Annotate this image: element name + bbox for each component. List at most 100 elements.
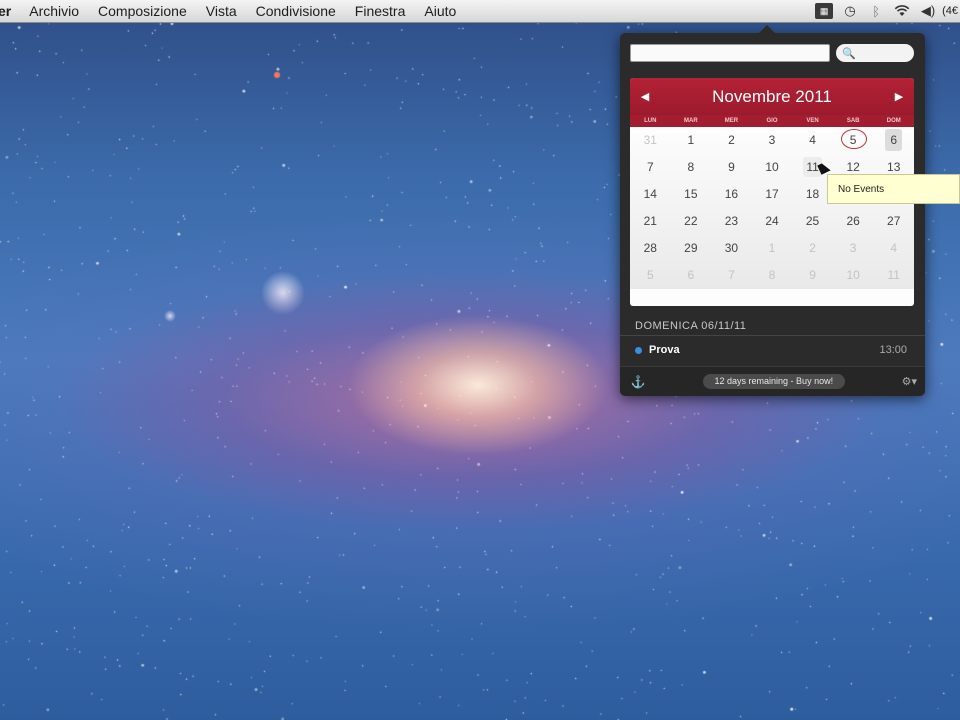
day-cell-today[interactable]: 5 xyxy=(833,127,874,154)
day-number: 1 xyxy=(687,133,695,147)
menu-condivisione[interactable]: Condivisione xyxy=(256,3,336,19)
day-cell[interactable]: 1 xyxy=(671,127,712,154)
day-number: 21 xyxy=(643,214,657,228)
weekday-label: MER xyxy=(724,118,739,124)
menu-aiuto[interactable]: Aiuto xyxy=(424,3,456,19)
day-cell[interactable]: 3 xyxy=(752,127,793,154)
buy-now-button[interactable]: 12 days remaining - Buy now! xyxy=(702,374,846,389)
day-cell[interactable]: 26 xyxy=(833,208,874,235)
menu-composizione[interactable]: Composizione xyxy=(98,3,187,19)
day-cell-selected[interactable]: 6 xyxy=(873,127,914,154)
day-number: 4 xyxy=(809,133,816,147)
day-number: 15 xyxy=(684,187,698,201)
day-number: 29 xyxy=(684,241,698,255)
calendar-icon: ▦ xyxy=(815,3,834,19)
day-cell[interactable]: 14 xyxy=(630,181,671,208)
popover-footer: ⚓ 12 days remaining - Buy now! ⚙▾ xyxy=(620,366,925,396)
day-number: 28 xyxy=(643,241,657,255)
day-number: 23 xyxy=(724,214,739,228)
day-number: 3 xyxy=(768,133,776,147)
menu-finestra[interactable]: Finestra xyxy=(355,3,406,19)
day-cell[interactable]: 10 xyxy=(833,262,874,289)
month-title: Novembre 2011 xyxy=(712,86,832,106)
day-cell[interactable]: 3 xyxy=(833,235,874,262)
weekday-label: GIO xyxy=(766,118,778,124)
day-cell[interactable]: 8 xyxy=(671,154,712,181)
day-cell[interactable]: 10 xyxy=(752,154,793,181)
day-number: 17 xyxy=(765,187,779,201)
day-cell[interactable]: 8 xyxy=(752,262,793,289)
day-number: 10 xyxy=(765,160,779,174)
day-number: 25 xyxy=(805,214,820,228)
new-event-input[interactable] xyxy=(630,44,830,62)
day-cell[interactable]: 11 xyxy=(873,262,914,289)
day-number: 27 xyxy=(887,214,901,228)
wifi-icon[interactable] xyxy=(892,0,912,22)
day-number: 12 xyxy=(846,160,860,174)
day-number: 13 xyxy=(887,160,901,174)
day-cell[interactable]: 28 xyxy=(630,235,671,262)
day-cell[interactable]: 16 xyxy=(711,181,752,208)
calendar-popover: 🔍 ◀ Novembre 2011 ▶ LUN MAR MER GIO VEN SAB DO… xyxy=(620,25,925,396)
day-cell[interactable]: 22 xyxy=(671,208,712,235)
day-cell[interactable]: 2 xyxy=(792,235,833,262)
battery-status[interactable]: (4€ xyxy=(942,0,960,22)
anchor-icon[interactable]: ⚓ xyxy=(630,375,646,389)
day-number: 8 xyxy=(687,160,695,174)
event-row[interactable]: Prova 13:00 xyxy=(635,343,907,357)
bluetooth-icon[interactable]: ᛒ xyxy=(866,0,886,22)
time-machine-icon[interactable]: ◷ xyxy=(840,0,860,22)
day-number: 1 xyxy=(768,241,776,255)
day-number: 31 xyxy=(643,133,657,147)
volume-icon[interactable]: ◀) xyxy=(918,0,938,22)
event-time: 13:00 xyxy=(879,344,907,356)
day-cell[interactable]: 31 xyxy=(630,127,671,154)
day-cell[interactable]: 7 xyxy=(630,154,671,181)
day-cell[interactable]: 7 xyxy=(711,262,752,289)
day-cell[interactable]: 30 xyxy=(711,235,752,262)
day-cell[interactable]: 6 xyxy=(671,262,712,289)
day-cell[interactable]: 9 xyxy=(792,262,833,289)
day-cell[interactable]: 4 xyxy=(873,235,914,262)
selected-date-label: DOMENICA 06/11/11 xyxy=(635,320,747,332)
day-cell[interactable]: 29 xyxy=(671,235,712,262)
weekday-label: MAR xyxy=(684,118,698,124)
day-number: 9 xyxy=(809,268,816,282)
day-number: 2 xyxy=(728,133,735,147)
day-number: 3 xyxy=(849,241,857,255)
day-number: 4 xyxy=(890,241,898,255)
calendar-status-item[interactable]: ▦ xyxy=(814,0,834,22)
day-cell[interactable]: 25 xyxy=(792,208,833,235)
menu-archivio[interactable]: Archivio xyxy=(29,3,79,19)
day-cell[interactable]: 17 xyxy=(752,181,793,208)
gear-icon[interactable]: ⚙▾ xyxy=(902,375,917,388)
weekday-header: LUN MAR MER GIO VEN SAB DOM xyxy=(630,115,914,127)
day-cell[interactable]: 1 xyxy=(752,235,793,262)
day-number: 22 xyxy=(684,214,698,228)
search-field[interactable]: 🔍 xyxy=(836,44,914,62)
day-cell[interactable]: 4 xyxy=(792,127,833,154)
menu-vista[interactable]: Vista xyxy=(206,3,237,19)
app-menu[interactable]: er xyxy=(0,3,11,19)
weekday-label: VEN xyxy=(806,118,819,124)
day-number: 18 xyxy=(805,187,820,201)
prev-month-button[interactable]: ◀ xyxy=(630,90,660,103)
status-area: ▦ ◷ ᛒ ◀) (4€ xyxy=(808,0,960,22)
day-number: 9 xyxy=(728,160,735,174)
day-cell[interactable]: 27 xyxy=(873,208,914,235)
day-cell[interactable]: 9 xyxy=(711,154,752,181)
day-cell[interactable]: 5 xyxy=(630,262,671,289)
day-number: 7 xyxy=(728,268,735,282)
day-number: 10 xyxy=(846,268,860,282)
event-color-dot xyxy=(635,346,642,354)
day-number: 2 xyxy=(809,241,816,255)
day-cell[interactable]: 23 xyxy=(711,208,752,235)
day-tooltip: No Events xyxy=(827,174,960,204)
day-cell[interactable]: 2 xyxy=(711,127,752,154)
weekday-label: DOM xyxy=(886,118,901,124)
next-month-button[interactable]: ▶ xyxy=(884,90,914,103)
divider xyxy=(620,335,925,336)
day-cell[interactable]: 21 xyxy=(630,208,671,235)
day-cell[interactable]: 24 xyxy=(752,208,793,235)
day-cell[interactable]: 15 xyxy=(671,181,712,208)
